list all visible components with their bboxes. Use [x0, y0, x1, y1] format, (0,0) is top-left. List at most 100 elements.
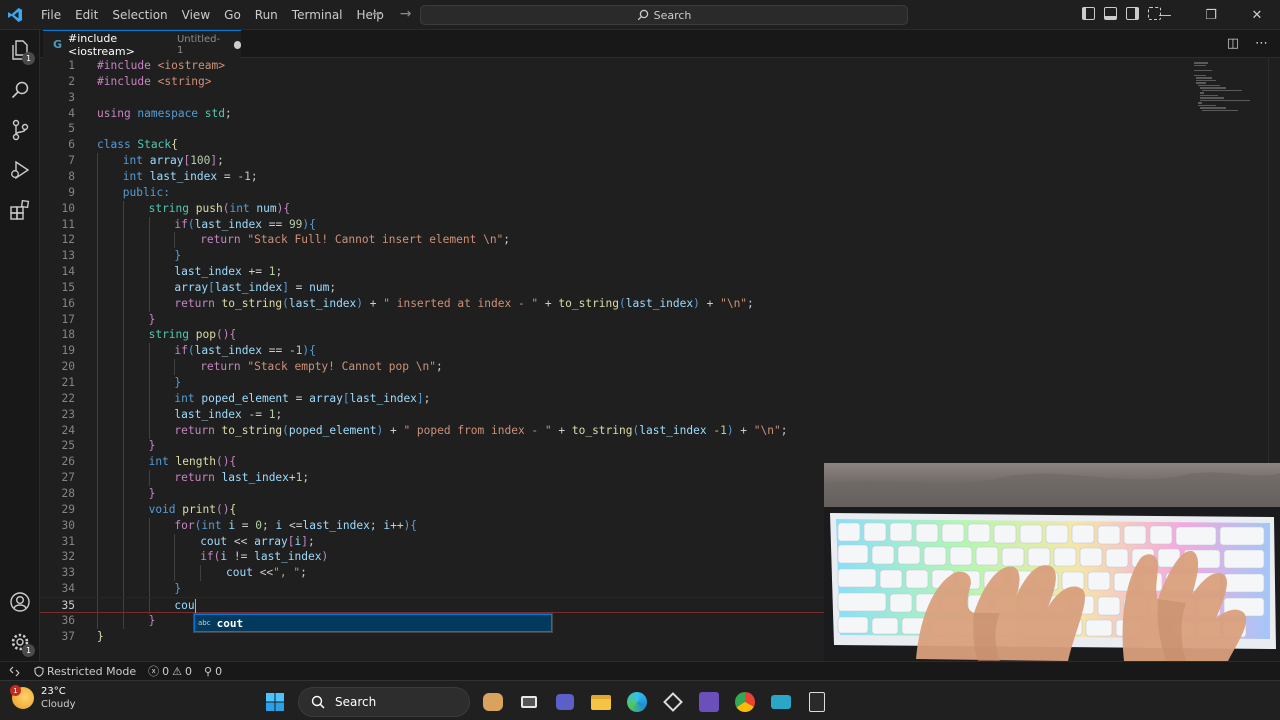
taskbar-search[interactable]: Search: [298, 687, 470, 717]
tab-untitled-1[interactable]: G #include <iostream> Untitled-1: [43, 30, 241, 58]
line-number[interactable]: 30: [40, 518, 75, 534]
extensions-icon[interactable]: [8, 198, 32, 222]
explorer-icon[interactable]: 1: [8, 38, 35, 65]
restore-icon[interactable]: ❐: [1188, 0, 1234, 30]
menu-edit[interactable]: Edit: [68, 4, 105, 26]
visual-studio-icon[interactable]: [696, 689, 722, 715]
source-control-icon[interactable]: [8, 118, 32, 142]
code-line[interactable]: 15 array[last_index] = num;: [40, 279, 1280, 296]
file-explorer-icon[interactable]: [588, 689, 614, 715]
line-number[interactable]: 11: [40, 217, 75, 233]
unsaved-dot-icon[interactable]: [234, 40, 241, 49]
close-icon[interactable]: ✕: [1234, 0, 1280, 30]
weather-widget[interactable]: 1 23°C Cloudy: [10, 685, 75, 711]
remote-indicator-icon[interactable]: [0, 662, 28, 681]
code-line[interactable]: 10 string push(int num){: [40, 200, 1280, 217]
line-number[interactable]: 21: [40, 375, 75, 391]
line-number[interactable]: 25: [40, 438, 75, 454]
accounts-icon[interactable]: [8, 590, 32, 614]
line-number[interactable]: 29: [40, 502, 75, 518]
line-number[interactable]: 7: [40, 153, 75, 169]
line-number[interactable]: 17: [40, 312, 75, 328]
line-number[interactable]: 23: [40, 407, 75, 423]
code-line[interactable]: 6 class Stack{: [40, 137, 1280, 153]
line-number[interactable]: 13: [40, 248, 75, 264]
chrome-icon[interactable]: [732, 689, 758, 715]
command-center-search[interactable]: Search: [420, 5, 908, 25]
line-number[interactable]: 12: [40, 232, 75, 248]
line-number[interactable]: 8: [40, 169, 75, 185]
more-actions-icon[interactable]: ⋯: [1255, 36, 1268, 51]
menu-view[interactable]: View: [175, 4, 217, 26]
line-number[interactable]: 1: [40, 58, 75, 74]
epic-games-icon[interactable]: [804, 689, 830, 715]
code-line[interactable]: 24 return to_string(poped_element) + " po…: [40, 422, 1280, 439]
search-view-icon[interactable]: [8, 78, 32, 102]
code-line[interactable]: 5: [40, 121, 1280, 137]
code-line[interactable]: 9 public:: [40, 184, 1280, 201]
code-line[interactable]: 11 if(last_index == 99){: [40, 216, 1280, 233]
code-line[interactable]: 12 return "Stack Full! Cannot insert elem…: [40, 232, 1280, 249]
line-number[interactable]: 36: [40, 613, 75, 629]
line-number[interactable]: 31: [40, 534, 75, 550]
menu-run[interactable]: Run: [248, 4, 285, 26]
windows-start-icon[interactable]: [262, 689, 288, 715]
back-arrow-icon[interactable]: ←: [372, 6, 384, 22]
code-line[interactable]: 19 if(last_index == -1){: [40, 343, 1280, 360]
line-number[interactable]: 18: [40, 327, 75, 343]
code-line[interactable]: 13}: [40, 248, 1280, 265]
line-number[interactable]: 24: [40, 423, 75, 439]
code-line[interactable]: 17}: [40, 311, 1280, 328]
toggle-secondary-sidebar-icon[interactable]: [1126, 7, 1139, 20]
code-line[interactable]: 14 last_index += 1;: [40, 264, 1280, 281]
line-number[interactable]: 27: [40, 470, 75, 486]
code-line[interactable]: 23 last_index -= 1;: [40, 406, 1280, 423]
minimap[interactable]: [1194, 62, 1254, 111]
line-number[interactable]: 32: [40, 549, 75, 565]
line-number[interactable]: 37: [40, 629, 75, 645]
minimize-icon[interactable]: —: [1142, 0, 1188, 30]
line-number[interactable]: 15: [40, 280, 75, 296]
suggestion-item[interactable]: abc cout: [194, 614, 552, 632]
toggle-primary-sidebar-icon[interactable]: [1082, 7, 1095, 20]
line-number[interactable]: 19: [40, 343, 75, 359]
ports-indicator[interactable]: ⚲ 0: [198, 665, 228, 678]
code-line[interactable]: 4 using namespace std;: [40, 106, 1280, 122]
task-view-icon[interactable]: [516, 689, 542, 715]
line-number[interactable]: 5: [40, 121, 75, 137]
edge-browser-icon[interactable]: [624, 689, 650, 715]
manage-gear-icon[interactable]: 1: [8, 630, 35, 657]
line-number[interactable]: 3: [40, 90, 75, 106]
code-line[interactable]: 7 int array[100];: [40, 153, 1280, 170]
app-cube-icon[interactable]: [660, 689, 686, 715]
menu-file[interactable]: File: [34, 4, 68, 26]
menu-go[interactable]: Go: [217, 4, 248, 26]
code-line[interactable]: 18 string pop(){: [40, 327, 1280, 344]
code-line[interactable]: 8 int last_index = -1;: [40, 168, 1280, 185]
line-number[interactable]: 28: [40, 486, 75, 502]
widgets-game-icon[interactable]: [480, 689, 506, 715]
restricted-mode-indicator[interactable]: Restricted Mode: [28, 665, 142, 678]
line-number[interactable]: 4: [40, 106, 75, 122]
line-number[interactable]: 34: [40, 581, 75, 597]
line-number[interactable]: 33: [40, 565, 75, 581]
menu-terminal[interactable]: Terminal: [285, 4, 350, 26]
run-debug-icon[interactable]: [8, 158, 32, 182]
line-number[interactable]: 16: [40, 296, 75, 312]
menu-selection[interactable]: Selection: [105, 4, 174, 26]
toggle-panel-icon[interactable]: [1104, 7, 1117, 20]
forward-arrow-icon[interactable]: →: [400, 6, 412, 22]
problems-indicator[interactable]: ⓧ 0 ⚠ 0: [142, 663, 198, 679]
code-line[interactable]: 1 #include <iostream>: [40, 58, 1280, 74]
line-number[interactable]: 10: [40, 201, 75, 217]
code-line[interactable]: 3: [40, 90, 1280, 106]
code-line[interactable]: 21}: [40, 375, 1280, 391]
code-line[interactable]: 20 return "Stack empty! Cannot pop \n";: [40, 359, 1280, 376]
code-line[interactable]: 2 #include <string>: [40, 74, 1280, 90]
code-line[interactable]: 16 return to_string(last_index) + " inser…: [40, 295, 1280, 312]
line-number[interactable]: 20: [40, 359, 75, 375]
code-line[interactable]: 22 int poped_element = array[last_index];: [40, 390, 1280, 407]
line-number[interactable]: 9: [40, 185, 75, 201]
snipping-tool-icon[interactable]: [768, 689, 794, 715]
line-number[interactable]: 26: [40, 454, 75, 470]
